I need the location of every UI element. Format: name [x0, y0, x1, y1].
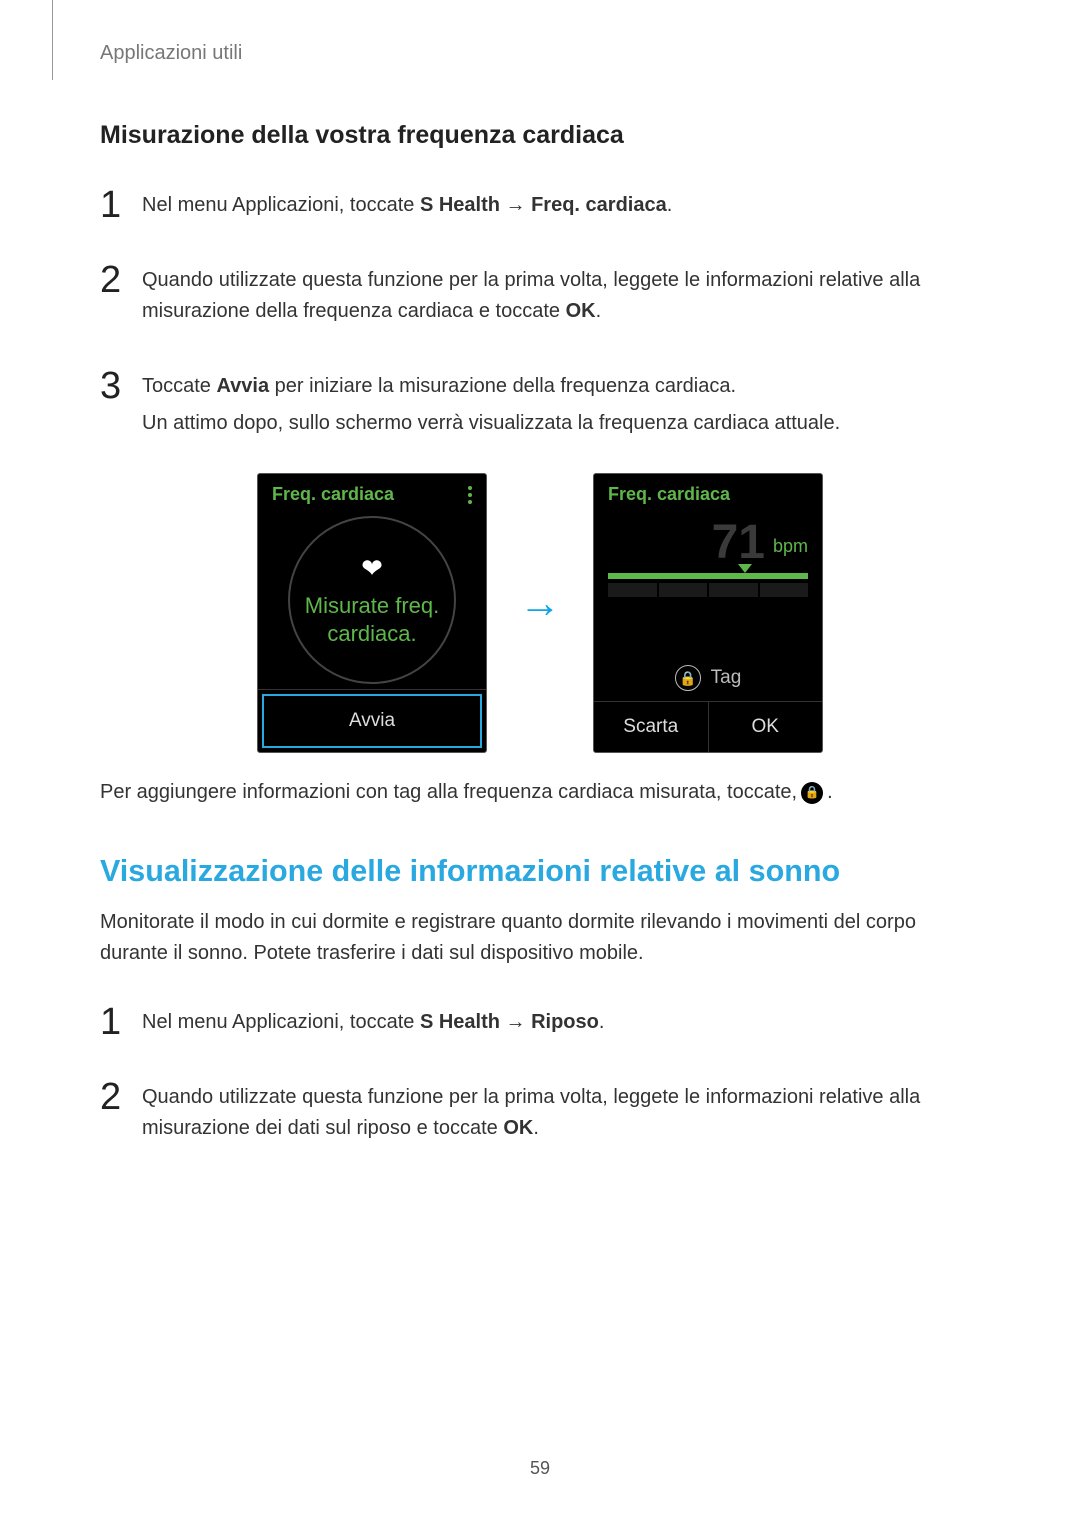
- text: .: [533, 1117, 539, 1139]
- text: Toccate: [142, 375, 216, 397]
- text: Quando utilizzate questa funzione per la…: [142, 269, 920, 322]
- text: .: [596, 300, 602, 322]
- device-bottom: Avvia: [258, 689, 486, 752]
- device-mid: ❤︎ Misurate freq. cardiaca.: [258, 511, 486, 689]
- step-1: 1 Nel menu Applicazioni, toccate S Healt…: [100, 180, 980, 227]
- text: Misurate freq.: [305, 593, 440, 618]
- measure-circle: ❤︎ Misurate freq. cardiaca.: [288, 516, 456, 684]
- text: .: [667, 194, 673, 216]
- section-heading-sleep: Visualizzazione delle informazioni relat…: [100, 854, 980, 889]
- bold-text: OK: [566, 300, 596, 322]
- avvia-button[interactable]: Avvia: [270, 702, 474, 740]
- bold-text: OK: [503, 1117, 533, 1139]
- device-right: Freq. cardiaca 71 bpm 🔒 Tag: [593, 473, 823, 753]
- circle-text: Misurate freq. cardiaca.: [305, 592, 440, 647]
- intro-paragraph: Monitorate il modo in cui dormite e regi…: [100, 907, 980, 969]
- device-left: Freq. cardiaca ❤︎ Misurate freq. cardiac…: [257, 473, 487, 753]
- more-icon[interactable]: [468, 486, 472, 504]
- tag-label: Tag: [711, 667, 742, 689]
- device-bottom: Scarta OK: [594, 701, 822, 752]
- tag-row[interactable]: 🔒 Tag: [608, 665, 808, 691]
- arrow-text: →: [500, 1011, 531, 1033]
- bold-text: S Health: [420, 194, 500, 216]
- device-header: Freq. cardiaca: [594, 474, 822, 511]
- step-body: Quando utilizzate questa funzione per la…: [142, 1082, 980, 1150]
- arrow-text: →: [500, 194, 531, 216]
- discard-button[interactable]: Scarta: [594, 702, 708, 752]
- step-body: Nel menu Applicazioni, toccate S Health …: [142, 190, 672, 227]
- device-header: Freq. cardiaca: [258, 474, 486, 511]
- text: cardiaca.: [327, 621, 416, 646]
- bold-text: Freq. cardiaca: [531, 194, 667, 216]
- ok-button[interactable]: OK: [708, 702, 823, 752]
- step-3: 3 Toccate Avvia per iniziare la misurazi…: [100, 361, 980, 445]
- step-number: 3: [100, 367, 142, 405]
- text: .: [827, 777, 833, 808]
- bold-text: Avvia: [216, 375, 269, 397]
- heart-icon: ❤︎: [361, 553, 383, 584]
- device-mid: 71 bpm 🔒 Tag: [594, 511, 822, 701]
- text: Per aggiungere informazioni con tag alla…: [100, 777, 797, 808]
- text: per iniziare la misurazione della freque…: [269, 375, 736, 397]
- text: Nel menu Applicazioni, toccate: [142, 194, 420, 216]
- steps-list-2: 1 Nel menu Applicazioni, toccate S Healt…: [100, 997, 980, 1150]
- bpm-value: 71: [712, 519, 765, 567]
- step-number: 1: [100, 1003, 142, 1041]
- text: .: [599, 1011, 605, 1033]
- steps-list-1: 1 Nel menu Applicazioni, toccate S Healt…: [100, 180, 980, 445]
- tag-icon: 🔒: [675, 665, 701, 691]
- tag-inline-icon: 🔒: [801, 782, 823, 804]
- step-2: 2 Quando utilizzate questa funzione per …: [100, 1072, 980, 1150]
- after-shot-text: Per aggiungere informazioni con tag alla…: [100, 777, 980, 808]
- text: Nel menu Applicazioni, toccate: [142, 1011, 420, 1033]
- bar-zone: [608, 573, 808, 597]
- device-screenshots: Freq. cardiaca ❤︎ Misurate freq. cardiac…: [100, 473, 980, 753]
- text: Un attimo dopo, sullo schermo verrà visu…: [142, 408, 840, 439]
- step-number: 2: [100, 261, 142, 299]
- bpm-label: bpm: [773, 536, 808, 567]
- step-number: 2: [100, 1078, 142, 1116]
- range-bar: [608, 573, 808, 579]
- step-body: Quando utilizzate questa funzione per la…: [142, 265, 980, 333]
- device-title: Freq. cardiaca: [608, 484, 730, 505]
- page-content: Applicazioni utili Misurazione della vos…: [0, 0, 1080, 1150]
- step-1: 1 Nel menu Applicazioni, toccate S Healt…: [100, 997, 980, 1044]
- step-body: Toccate Avvia per iniziare la misurazion…: [142, 371, 840, 445]
- side-rule: [52, 0, 53, 80]
- device-title: Freq. cardiaca: [272, 484, 394, 505]
- avvia-highlight: Avvia: [262, 694, 482, 748]
- step-body: Nel menu Applicazioni, toccate S Health …: [142, 1007, 604, 1044]
- bold-text: Riposo: [531, 1011, 599, 1033]
- step-2: 2 Quando utilizzate questa funzione per …: [100, 255, 980, 333]
- bold-text: S Health: [420, 1011, 500, 1033]
- breadcrumb: Applicazioni utili: [100, 42, 980, 65]
- arrow-right-icon: →: [519, 579, 561, 627]
- bpm-row: 71 bpm: [608, 519, 808, 567]
- step-number: 1: [100, 186, 142, 224]
- shade-bars: [608, 583, 808, 597]
- section-heading-hr: Misurazione della vostra frequenza cardi…: [100, 121, 980, 150]
- page-number: 59: [0, 1458, 1080, 1479]
